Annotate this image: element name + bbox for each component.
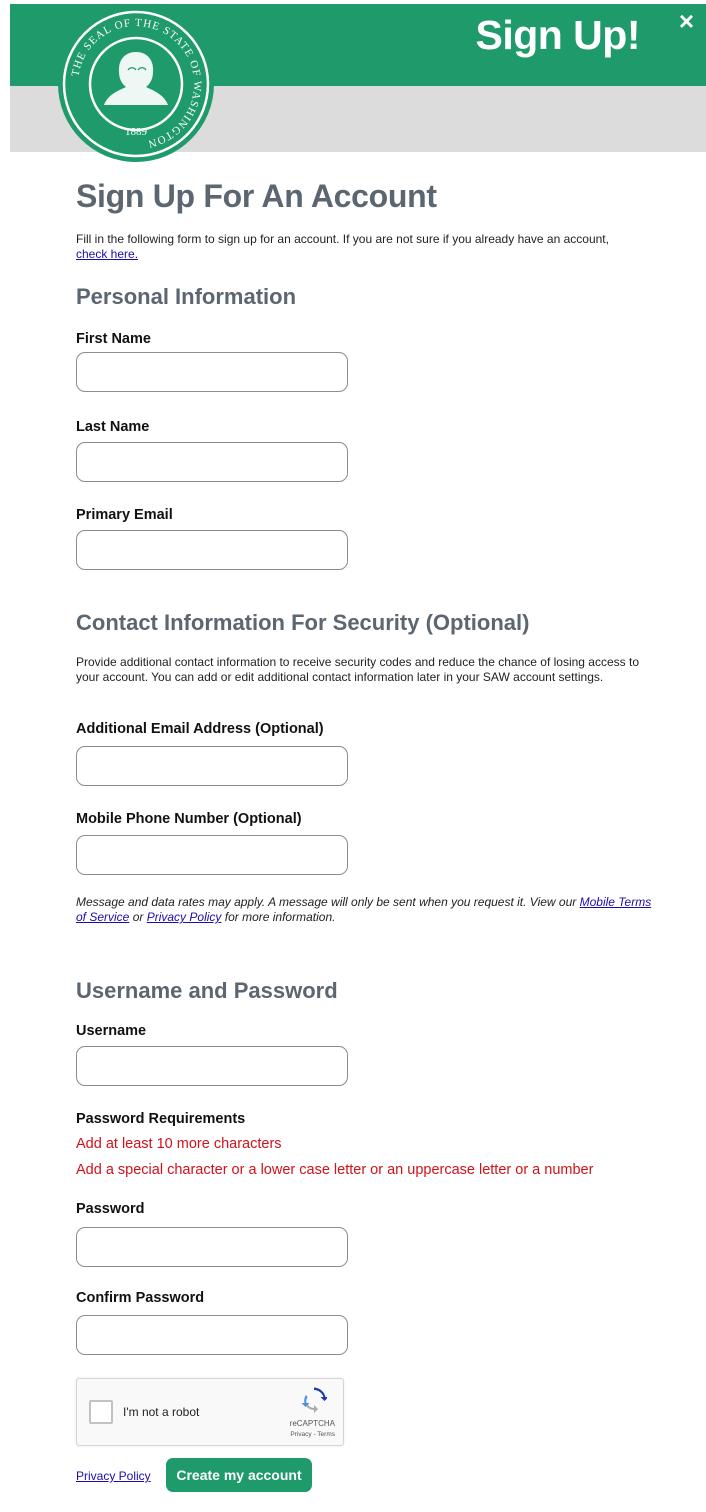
close-button[interactable]: × [679,8,694,34]
last-name-input[interactable] [76,442,348,482]
primary-email-input[interactable] [76,530,348,570]
check-account-link[interactable]: check here. [76,247,138,261]
password-requirements-label: Password Requirements [76,1111,246,1127]
note-text: Message and data rates may apply. A mess… [76,895,577,909]
footer-privacy-link[interactable]: Privacy Policy [76,1469,151,1483]
recaptcha-links[interactable]: Privacy - Terms [290,1431,335,1438]
recaptcha-label: I'm not a robot [123,1405,200,1419]
password-label: Password [76,1201,145,1217]
recaptcha-logo-icon [301,1387,327,1413]
header-title: Sign Up! [475,12,640,58]
recaptcha-widget: I'm not a robot reCAPTCHA Privacy - Term… [76,1378,344,1446]
personal-info-heading: Personal Information [76,284,297,309]
washington-state-seal-logo: THE SEAL OF THE STATE OF WASHINGTON 1889 [58,6,214,162]
seal-year: 1889 [125,126,148,138]
last-name-label: Last Name [76,419,150,435]
note-end: for more information. [224,910,336,924]
message-rates-note: Message and data rates may apply. A mess… [76,895,656,925]
primary-email-label: Primary Email [76,507,173,523]
mobile-phone-label: Mobile Phone Number (Optional) [76,811,302,827]
additional-email-input[interactable] [76,746,348,786]
first-name-input[interactable] [76,352,348,392]
additional-email-label: Additional Email Address (Optional) [76,721,324,737]
username-label: Username [76,1023,147,1039]
confirm-password-input[interactable] [76,1315,348,1355]
password-requirement-length: Add at least 10 more characters [76,1136,282,1152]
mobile-phone-input[interactable] [76,835,348,875]
confirm-password-label: Confirm Password [76,1290,205,1306]
recaptcha-checkbox[interactable] [89,1400,113,1424]
recaptcha-brand: reCAPTCHA [289,1419,335,1428]
create-account-button[interactable]: Create my account [166,1458,312,1492]
credentials-heading: Username and Password [76,978,338,1003]
first-name-label: First Name [76,331,151,347]
contact-info-heading: Contact Information For Security (Option… [76,610,530,635]
note-or: or [132,910,144,924]
page-title: Sign Up For An Account [76,178,437,214]
password-input[interactable] [76,1227,348,1267]
intro-text: Fill in the following form to sign up fo… [76,232,656,262]
username-input[interactable] [76,1046,348,1086]
note-privacy-link[interactable]: Privacy Policy [147,910,222,924]
contact-description: Provide additional contact information t… [76,655,639,684]
password-requirement-character: Add a special character or a lower case … [76,1162,594,1178]
intro-sentence: Fill in the following form to sign up fo… [76,232,609,246]
